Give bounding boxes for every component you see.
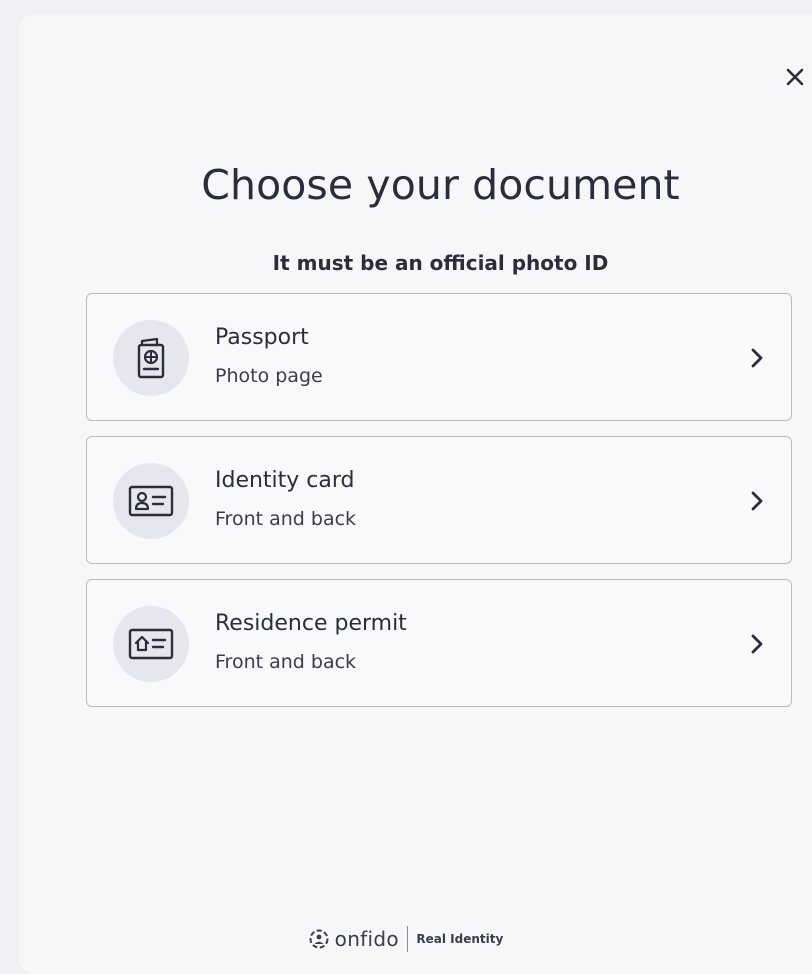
footer-divider [406, 926, 409, 952]
page-title: Choose your document [201, 161, 680, 209]
option-hint: Front and back [215, 508, 357, 530]
close-button[interactable] [780, 62, 810, 92]
chevron-right-icon [751, 491, 763, 511]
option-hint: Front and back [215, 651, 357, 673]
option-label: Residence permit [215, 611, 407, 636]
option-label: Passport [215, 325, 309, 350]
close-icon [786, 68, 804, 86]
option-identity-card[interactable]: Identity card Front and back [86, 436, 792, 564]
passport-icon [113, 320, 189, 396]
footer: onfido Real Identity [0, 924, 812, 954]
document-selection-modal: Choose your document It must be an offic… [18, 14, 812, 974]
brand-tagline: Real Identity [416, 932, 504, 946]
chevron-right-icon [751, 348, 763, 368]
option-residence-permit[interactable]: Residence permit Front and back [86, 579, 792, 707]
option-passport[interactable]: Passport Photo page [86, 293, 792, 421]
option-hint: Photo page [215, 365, 323, 387]
brand: onfido [309, 927, 399, 951]
chevron-right-icon [751, 634, 763, 654]
page-subtitle: It must be an official photo ID [272, 251, 609, 275]
residence-permit-icon [113, 606, 189, 682]
brand-name: onfido [334, 927, 399, 951]
identity-card-icon [113, 463, 189, 539]
option-label: Identity card [215, 468, 355, 493]
onfido-logo-icon [309, 929, 329, 949]
